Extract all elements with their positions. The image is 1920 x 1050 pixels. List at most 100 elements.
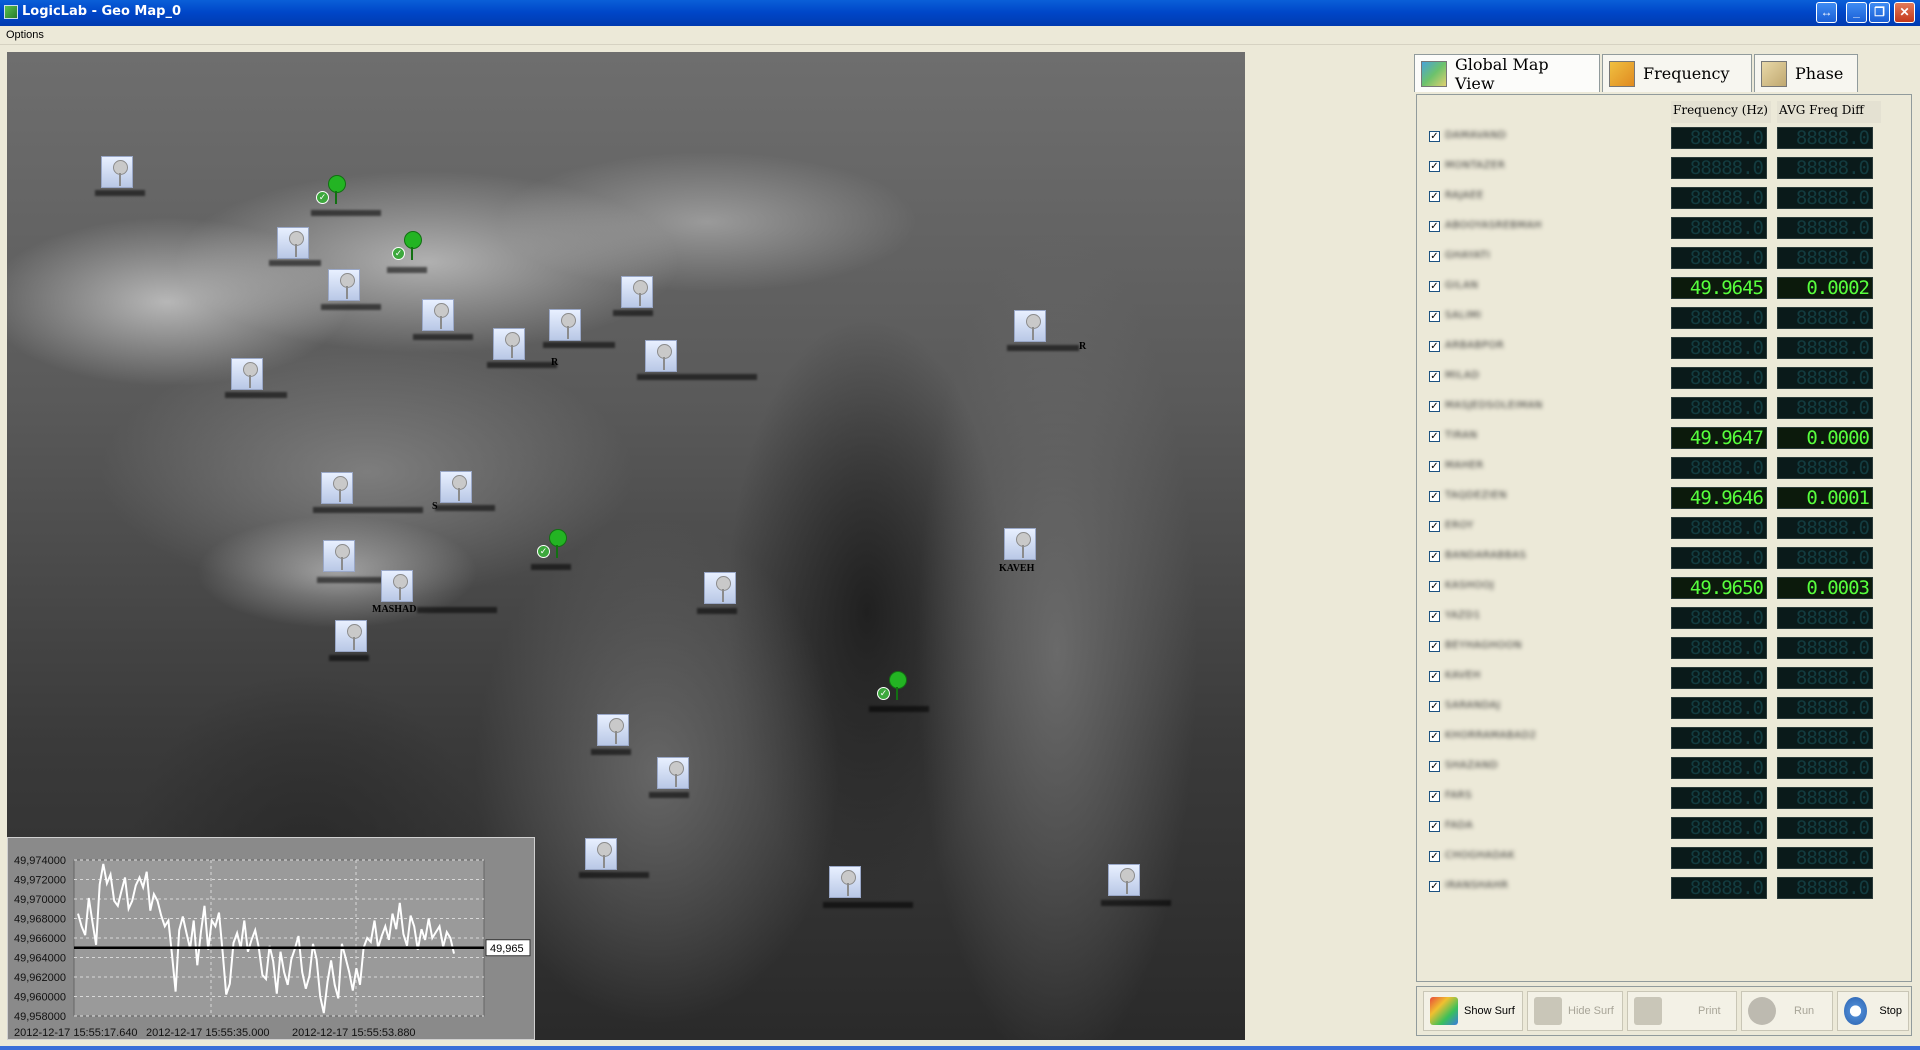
bottom-border [0,1046,1920,1050]
resize-button[interactable]: ↔ [1816,2,1837,23]
station-marker[interactable] [585,838,617,870]
station-marker[interactable] [549,309,581,341]
lcd-unlit: 88888.0 [1689,187,1764,209]
frequency-display: 88888.0 [1671,607,1767,629]
toolbar: Show Surf Hide Surf Print Run Stop [1416,986,1912,1036]
station-marker[interactable] [231,358,263,390]
tab-global-map-view[interactable]: Global Map View [1414,54,1600,93]
station-checkbox[interactable]: ✓ [1429,821,1440,832]
restore-button[interactable]: ❐ [1869,2,1890,23]
station-label-blurred [697,608,737,614]
station-marker[interactable] [328,269,360,301]
station-marker-active[interactable]: ✓ [392,230,424,262]
station-marker[interactable] [621,276,653,308]
station-name: SHAZAND [1445,760,1499,771]
minimize-button[interactable]: _ [1846,2,1867,23]
station-checkbox[interactable]: ✓ [1429,731,1440,742]
table-row: ✓ CHOGHADAK 88888.0 88888.0 [1417,845,1913,869]
station-checkbox[interactable]: ✓ [1429,701,1440,712]
station-marker[interactable] [1014,310,1046,342]
station-label-blurred [869,706,929,712]
frequency-display: 88888.0 [1671,247,1767,269]
station-label-blurred [417,607,497,613]
station-checkbox[interactable]: ✓ [1429,881,1440,892]
station-checkbox[interactable]: ✓ [1429,791,1440,802]
hide-surface-icon [1534,997,1562,1025]
avg-diff-display: 88888.0 [1777,547,1873,569]
station-checkbox[interactable]: ✓ [1429,671,1440,682]
pause-icon [1844,997,1868,1025]
station-checkbox[interactable]: ✓ [1429,461,1440,472]
station-label-blurred [531,564,571,570]
station-marker[interactable] [277,227,309,259]
station-marker-active[interactable]: ✓ [316,174,348,206]
station-marker[interactable] [657,757,689,789]
table-row: ✓ BANDARABBAS 88888.0 88888.0 [1417,545,1913,569]
station-marker[interactable] [1004,528,1036,560]
station-checkbox[interactable]: ✓ [1429,401,1440,412]
station-marker[interactable] [422,299,454,331]
station-checkbox[interactable]: ✓ [1429,641,1440,652]
station-checkbox[interactable]: ✓ [1429,491,1440,502]
table-row: ✓ KASHOOJ 49.9650 0.0003 [1417,575,1913,599]
stop-button[interactable]: Stop [1837,991,1909,1031]
station-checkbox[interactable]: ✓ [1429,311,1440,322]
station-marker[interactable] [101,156,133,188]
station-checkbox[interactable]: ✓ [1429,191,1440,202]
station-label-blurred [613,310,653,316]
station-checkbox[interactable]: ✓ [1429,761,1440,772]
station-marker[interactable] [321,472,353,504]
menu-options[interactable]: Options [6,29,44,41]
globe-map-icon [1421,60,1447,87]
station-marker-active[interactable]: ✓ [877,670,909,702]
station-marker[interactable] [440,471,472,503]
station-marker[interactable] [1108,864,1140,896]
station-checkbox[interactable]: ✓ [1429,161,1440,172]
station-checkbox[interactable]: ✓ [1429,221,1440,232]
print-button[interactable]: Print [1627,991,1737,1031]
station-checkbox[interactable]: ✓ [1429,251,1440,262]
station-marker[interactable] [829,866,861,898]
station-marker[interactable] [645,340,677,372]
station-checkbox[interactable]: ✓ [1429,131,1440,142]
station-checkbox[interactable]: ✓ [1429,371,1440,382]
station-name: CHOGHADAK [1445,850,1515,861]
button-label: Run [1794,1005,1815,1017]
station-marker[interactable] [704,572,736,604]
tab-label: Phase [1795,64,1844,83]
station-label-blurred [317,577,387,583]
station-marker[interactable] [335,620,367,652]
run-button[interactable]: Run [1741,991,1833,1031]
station-marker[interactable] [381,570,413,602]
station-checkbox[interactable]: ✓ [1429,851,1440,862]
station-name: MILAD [1445,370,1480,381]
table-row: ✓ SHAZAND 88888.0 88888.0 [1417,755,1913,779]
station-checkbox[interactable]: ✓ [1429,581,1440,592]
avg-diff-display: 88888.0 [1777,787,1873,809]
lcd-unlit: 88888.0 [1795,787,1870,809]
close-button[interactable]: ✕ [1894,2,1915,23]
frequency-display: 88888.0 [1671,397,1767,419]
station-marker[interactable] [323,540,355,572]
station-marker[interactable] [597,714,629,746]
show-surf-button[interactable]: Show Surf [1423,991,1523,1031]
station-checkbox[interactable]: ✓ [1429,551,1440,562]
hide-surf-button[interactable]: Hide Surf [1527,991,1623,1031]
lcd-unlit: 88888.0 [1795,337,1870,359]
tab-frequency[interactable]: Frequency [1602,54,1752,92]
station-marker-active[interactable]: ✓ [537,528,569,560]
avg-diff-display: 0.0002 [1777,277,1873,299]
station-marker[interactable] [493,328,525,360]
station-checkbox[interactable]: ✓ [1429,281,1440,292]
table-row: ✓ DAMAVAND 88888.0 88888.0 [1417,125,1913,149]
station-checkbox[interactable]: ✓ [1429,521,1440,532]
station-checkbox[interactable]: ✓ [1429,431,1440,442]
frequency-display: 49.9650 [1671,577,1767,599]
title-bar: LogicLab - Geo Map_0 ↔ _ ❐ ✕ [0,0,1920,26]
right-panel: Global Map View Frequency Phase Frequenc… [1410,52,1916,1040]
station-checkbox[interactable]: ✓ [1429,611,1440,622]
station-name: R [1079,341,1087,352]
frequency-display: 88888.0 [1671,637,1767,659]
tab-phase[interactable]: Phase [1754,54,1858,92]
station-checkbox[interactable]: ✓ [1429,341,1440,352]
